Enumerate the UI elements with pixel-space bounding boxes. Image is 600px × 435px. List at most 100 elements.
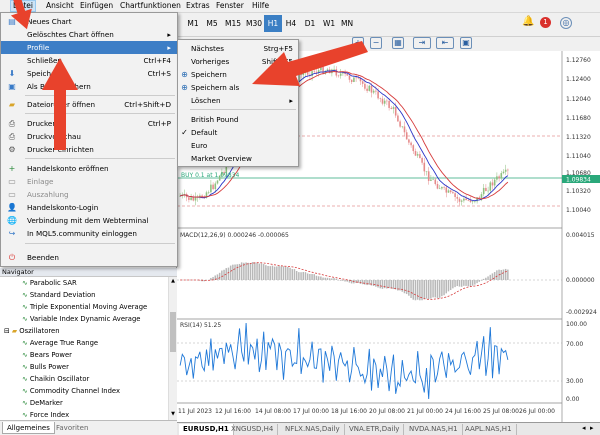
tab-favoriten[interactable]: Favoriten	[52, 422, 92, 434]
tree-item-label: Chaikin Oscillator	[29, 375, 90, 383]
candle-body	[353, 77, 355, 83]
menu-item-save[interactable]: ⬇ Speichern Ctrl+S	[1, 67, 177, 80]
menu-item-save-image[interactable]: ▣ Als Bild speichern	[1, 80, 177, 93]
timeframe-mn[interactable]: MN	[338, 15, 356, 32]
notification-badge[interactable]: 1	[540, 17, 551, 28]
menu-item-exit[interactable]: ⏻ Beenden	[1, 251, 177, 264]
tree-item[interactable]: ∿ Bears Power	[22, 349, 72, 361]
macd-bar	[496, 270, 498, 280]
tree-folder[interactable]: ⊟ ▰ Oszillatoren	[4, 325, 60, 337]
tree-item[interactable]: ∿ DeMarker	[22, 397, 63, 409]
zoom-out-icon[interactable]: −	[370, 37, 382, 49]
menu-chartfunktionen[interactable]: Chartfunktionen	[120, 1, 181, 10]
menu-einfuegen[interactable]: Einfügen	[80, 1, 113, 10]
tree-item[interactable]: ∿ Parabolic SAR	[22, 277, 77, 289]
menu-item-print[interactable]: ⎙ Drucken Ctrl+P	[1, 117, 177, 130]
menu-item-close[interactable]: Schließen Ctrl+F4	[1, 54, 177, 67]
candle-body	[370, 85, 373, 93]
chart-shift-icon[interactable]: ⇤	[436, 37, 454, 49]
menu-fenster[interactable]: Fenster	[216, 1, 244, 10]
timeframe-m5[interactable]: M5	[203, 15, 221, 32]
candle-body	[366, 88, 368, 91]
macd-bar	[254, 262, 256, 280]
tree-item-label: Standard Deviation	[29, 291, 96, 299]
zoom-in-icon[interactable]: +	[352, 37, 364, 49]
timeframe-m1[interactable]: M1	[184, 15, 202, 32]
macd-bar	[447, 280, 450, 292]
chart-tab[interactable]: EURUSD,H1	[179, 424, 234, 435]
chart-tab[interactable]: NFLX.NAS,Daily	[281, 424, 345, 435]
menu-item-profile[interactable]: Profile ▸	[1, 41, 177, 54]
mql5-icon[interactable]: ◎	[560, 17, 572, 29]
chart-tab[interactable]: AAPL.NAS,H1	[461, 424, 517, 435]
menu-item-profile-market-overview[interactable]: Market Overview	[178, 152, 298, 165]
macd-bar	[269, 266, 271, 280]
grid-icon[interactable]: ▦	[392, 37, 404, 49]
tree-item[interactable]: ∿ Commodity Channel Index	[22, 385, 120, 397]
timeframe-w1[interactable]: W1	[320, 15, 338, 32]
macd-bar	[260, 263, 263, 280]
menu-item-profile-euro[interactable]: Euro	[178, 139, 298, 152]
autoscroll-icon[interactable]: ⇥	[413, 37, 431, 49]
timeframe-h4[interactable]: H4	[282, 15, 300, 32]
rsi-tick: 0.00	[566, 396, 580, 403]
macd-bar	[324, 277, 326, 280]
menu-item-web-terminal[interactable]: 🌐 Verbindung mit dem Webterminal	[1, 214, 177, 227]
scroll-down-icon[interactable]: ▼	[170, 411, 176, 418]
tree-item[interactable]: ∿ Average True Range	[22, 337, 98, 349]
menu-item-next-profile[interactable]: Nächstes Strg+F5	[178, 42, 298, 55]
indicator-icon: ∿	[22, 279, 30, 287]
menu-item-save-profile[interactable]: ⊕ Speichern	[178, 68, 298, 81]
tree-item[interactable]: ∿ Variable Index Dynamic Average	[22, 313, 140, 325]
timeframe-m15[interactable]: M15	[222, 15, 244, 32]
timeframe-m30[interactable]: M30	[243, 15, 265, 32]
login-icon: 👤	[7, 203, 17, 212]
chart-tab[interactable]: XNGUSD,H4	[227, 424, 279, 435]
tree-item[interactable]: ∿ Triple Exponential Moving Average	[22, 301, 147, 313]
menu-item-printer-setup[interactable]: ⚙ Drucker einrichten	[1, 143, 177, 156]
tree-item[interactable]: ∿ Standard Deviation	[22, 289, 95, 301]
menu-item-open-folder[interactable]: ▰ Dateiordner öffnen Ctrl+Shift+D	[1, 98, 177, 111]
menu-extras[interactable]: Extras	[186, 1, 210, 10]
menu-datei[interactable]: Datei	[10, 0, 37, 12]
withdraw-icon: ▭	[8, 190, 16, 199]
timeframe-d1[interactable]: D1	[301, 15, 319, 32]
rsi-label: RSI(14) 51.25	[180, 322, 221, 329]
menu-hilfe[interactable]: Hilfe	[252, 1, 269, 10]
menu-item-new-chart[interactable]: ▤ Neues Chart	[1, 15, 177, 28]
menu-item-print-preview[interactable]: ⎙ Druckvorschau	[1, 130, 177, 143]
tree-item[interactable]: ∿ Bulls Power	[22, 361, 69, 373]
macd-tick: 0.000000	[566, 277, 595, 284]
menu-item-profile-british-pound[interactable]: British Pound	[178, 113, 298, 126]
menu-item-previous-profile[interactable]: Vorheriges Shift+F5	[178, 55, 298, 68]
scroll-thumb[interactable]	[170, 312, 176, 352]
tabs-scroll-left-icon[interactable]: ◂	[582, 424, 586, 432]
tab-allgemeines[interactable]: Allgemeines	[2, 422, 55, 434]
scroll-up-icon[interactable]: ▲	[170, 278, 176, 285]
menu-item-open-account[interactable]: + Handelskonto eröffnen	[1, 162, 177, 175]
menu-item-delete-profile[interactable]: Löschen ▸	[178, 94, 298, 107]
menu-item-mql5-login[interactable]: ↪ In MQL5.community einloggen	[1, 227, 177, 240]
candle-body	[306, 72, 309, 75]
tabs-scroll-right-icon[interactable]: ▸	[590, 424, 594, 432]
bell-icon[interactable]: 🔔	[522, 17, 534, 29]
macd-bar	[416, 280, 419, 300]
tree-item[interactable]: ∿ Chaikin Oscillator	[22, 373, 89, 385]
trade-label[interactable]: BUY 0.1 at 1.09834	[181, 172, 239, 179]
menu-item-account-login[interactable]: 👤 Handelskonto-Login	[1, 201, 177, 214]
menu-item-label: Beenden	[27, 253, 59, 262]
chart-tabs: EURUSD,H1 XNGUSD,H4 NFLX.NAS,Daily VNA.E…	[177, 422, 600, 435]
timeframe-h1[interactable]: H1	[264, 15, 282, 32]
screenshot-icon[interactable]: ▣	[460, 37, 472, 49]
chart-tab[interactable]: VNA.ETR,Daily	[345, 424, 405, 435]
menu-item-save-profile-as[interactable]: ⊕ Speichern als	[178, 81, 298, 94]
collapse-icon[interactable]: ⊟	[4, 327, 12, 335]
time-tick: 12 Jul 16:00	[215, 408, 251, 415]
chart-tab[interactable]: NVDA.NAS,H1	[405, 424, 463, 435]
navigator-scrollbar[interactable]: ▲ ▼	[168, 277, 177, 420]
save-icon: ⬇	[8, 69, 16, 78]
menu-ansicht[interactable]: Ansicht	[46, 1, 74, 10]
menu-item-reopen-chart[interactable]: Gelöschtes Chart öffnen ▸	[1, 28, 177, 41]
tree-item[interactable]: ∿ Force Index	[22, 409, 69, 420]
menu-item-profile-default[interactable]: ✓ Default	[178, 126, 298, 139]
